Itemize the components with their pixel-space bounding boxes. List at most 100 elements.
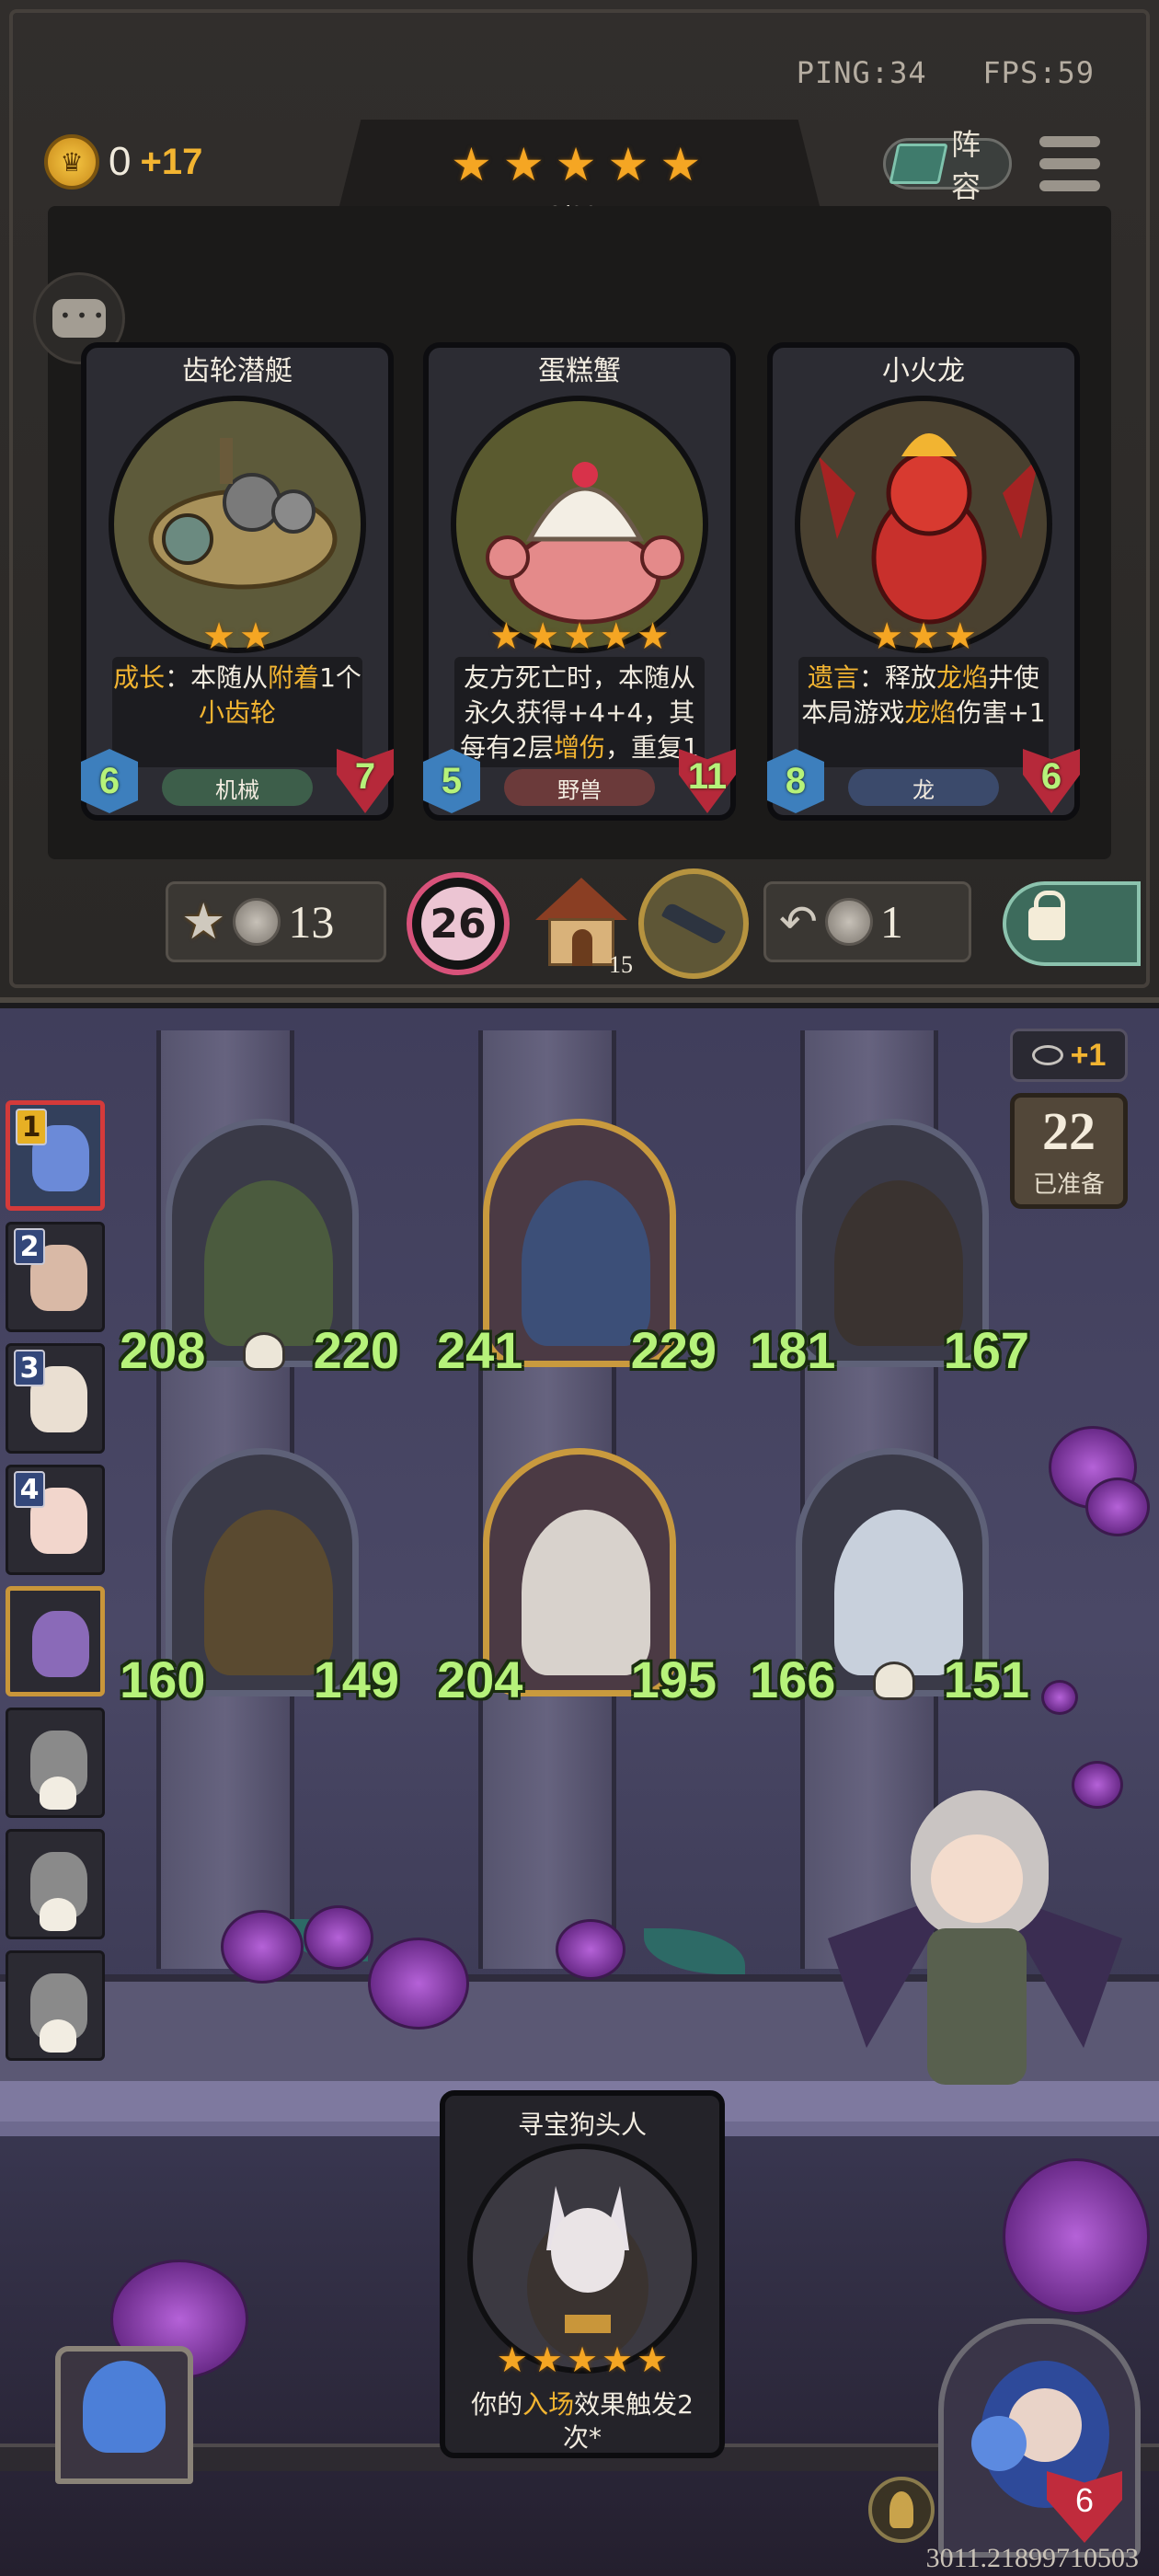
gold-income: +17 <box>140 141 203 182</box>
shop-card[interactable]: 小火龙 ★ ★ ★ 遗言：释放龙焰井使本局游戏龙焰伤害+1 8 龙 6 <box>767 342 1080 821</box>
turn-timer: 26 <box>407 872 510 975</box>
gold-coin-icon: ♛ <box>44 134 99 190</box>
turn-order-number: 1 <box>16 1109 47 1145</box>
description-text: ：释放 <box>858 662 936 693</box>
hand-card[interactable]: 寻宝狗头人 ★ ★ ★ ★ ★ 你的入场效果触发2次* <box>440 2090 725 2458</box>
turn-order-slot[interactable]: 4 <box>6 1465 105 1575</box>
refresh-arrow-icon: ↶ <box>779 895 818 949</box>
chat-bubble-icon <box>52 299 106 338</box>
minion-health: 151 <box>943 1650 1029 1708</box>
spectate-bonus: +1 <box>1010 1029 1128 1082</box>
hero-portrait[interactable] <box>938 2318 1141 2558</box>
star-icon: ★ <box>496 2340 528 2380</box>
ready-label: 已准备 <box>1032 1171 1105 1199</box>
keyword-text: 遗言 <box>807 662 859 693</box>
star-icon: ★ <box>451 138 492 191</box>
timer-value: 26 <box>421 887 495 960</box>
shop-card[interactable]: 蛋糕蟹 ★★★★★ 友方死亡时，本随从永久获得+4+4，其每有2层增伤，重复1次… <box>423 342 736 821</box>
opponent-face <box>32 1611 89 1677</box>
tavern-house-button[interactable]: 15 <box>532 872 633 978</box>
board-minion[interactable]: 181 167 <box>750 1119 1029 1380</box>
board-minion[interactable]: 204 195 <box>437 1448 717 1709</box>
star-icon: ★ <box>489 615 523 658</box>
minion-attack: 181 <box>750 1321 836 1379</box>
description-text: 效果 <box>574 2389 626 2420</box>
deathrattle-skull-icon <box>243 1332 285 1371</box>
board-minion[interactable]: 166 151 <box>750 1448 1029 1709</box>
card-portrait <box>795 396 1052 653</box>
minion-attack: 208 <box>120 1321 206 1379</box>
card-attack: 6 <box>81 749 138 813</box>
star-icon: ★ <box>239 615 272 658</box>
card-stars: ★ ★ ★ ★ ★ <box>423 618 736 655</box>
card-name: 蛋糕蟹 <box>538 355 621 387</box>
skull-icon <box>40 2019 76 2053</box>
fps-text: FPS:59 <box>982 55 1095 90</box>
deathrattle-skull-icon <box>873 1662 915 1700</box>
hand-card-stars: ★ ★ ★ ★ ★ <box>445 2342 719 2377</box>
rose-decoration <box>1085 1478 1150 1536</box>
hero-power-icon <box>889 2491 913 2528</box>
lineup-button[interactable]: 阵容 <box>883 127 1012 204</box>
keyword-text: 入场 <box>522 2389 575 2420</box>
treasure-chest-button[interactable] <box>18 2300 230 2493</box>
minion-attack: 160 <box>120 1650 206 1708</box>
player-hero-figure <box>828 1790 1122 2195</box>
upgrade-tavern-button[interactable]: ★ 13 <box>166 881 386 962</box>
description-text: ：本随从 <box>165 662 269 693</box>
rose-decoration <box>368 1938 469 2030</box>
turn-order-slot[interactable] <box>6 1708 105 1818</box>
star-icon: ★ <box>636 615 670 658</box>
turn-order-slot[interactable] <box>6 1950 105 2061</box>
description-text: 你的 <box>471 2389 523 2420</box>
turn-order-slot[interactable]: 3 <box>6 1343 105 1454</box>
description-text: 伤害+1 <box>956 697 1046 728</box>
shop-card[interactable]: 齿轮潜艇 ★ ★ 成长：本随从附着1个小齿轮 6 机械 7 <box>81 342 394 821</box>
skull-icon <box>40 1777 76 1810</box>
card-attack: 5 <box>423 749 480 813</box>
tavern-tier-stars: ★ ★ ★ ★ ★ <box>451 142 701 188</box>
upgrade-cost: 13 <box>288 896 335 948</box>
lock-shop-button[interactable] <box>1003 881 1141 966</box>
star-icon: ★ <box>602 2340 634 2380</box>
ping-text: PING:34 <box>796 55 927 90</box>
house-door <box>572 929 592 966</box>
minion-health: 220 <box>313 1321 399 1379</box>
keyword-text: 龙焰 <box>936 662 989 693</box>
hero-power-button[interactable] <box>868 2477 935 2543</box>
card-portrait <box>451 396 708 653</box>
shop-action-bar: ★ 13 26 15 ↶ 1 <box>156 868 1141 979</box>
hamburger-menu-icon[interactable] <box>1039 136 1100 191</box>
rose-decoration <box>304 1905 373 1970</box>
card-tribe: 野兽 <box>504 769 655 806</box>
rose-decoration <box>221 1910 304 1984</box>
turn-order-slot[interactable]: 1 <box>6 1100 105 1211</box>
blue-ghost-icon <box>83 2361 166 2453</box>
turn-order-slot[interactable]: 2 <box>6 1222 105 1332</box>
hero-face <box>931 1834 1023 1923</box>
lineup-label: 阵容 <box>951 127 981 204</box>
card-description: 友方死亡时，本随从永久获得+4+4，其每有2层增伤，重复1次 <box>454 657 705 798</box>
silver-coin-icon <box>233 898 281 946</box>
card-description: 遗言：释放龙焰井使本局游戏龙焰伤害+1 <box>798 657 1049 767</box>
refresh-button[interactable]: ↶ 1 <box>763 881 971 962</box>
star-icon: ★ <box>660 138 702 191</box>
turn-order-number: 3 <box>14 1350 45 1386</box>
book-icon <box>889 144 948 184</box>
hero-portrait-art <box>971 2361 1109 2508</box>
star-icon: ★ <box>566 2340 599 2380</box>
star-icon: ★ <box>531 2340 563 2380</box>
minion-attack: 166 <box>750 1650 836 1708</box>
board-minion[interactable]: 160 149 <box>120 1448 399 1709</box>
tavern-count: 15 <box>609 951 633 978</box>
blade-skill-button[interactable] <box>638 868 749 979</box>
keyword-text: 龙焰 <box>904 697 957 728</box>
star-icon: ★ <box>202 615 235 658</box>
minion-health: 229 <box>630 1321 717 1379</box>
padlock-icon <box>1028 891 1065 940</box>
eye-icon <box>1031 1045 1063 1065</box>
board-minion[interactable]: 241 229 <box>437 1119 717 1380</box>
turn-order-slot[interactable] <box>6 1586 105 1696</box>
turn-order-slot[interactable] <box>6 1829 105 1939</box>
board-minion[interactable]: 208 220 <box>120 1119 399 1380</box>
